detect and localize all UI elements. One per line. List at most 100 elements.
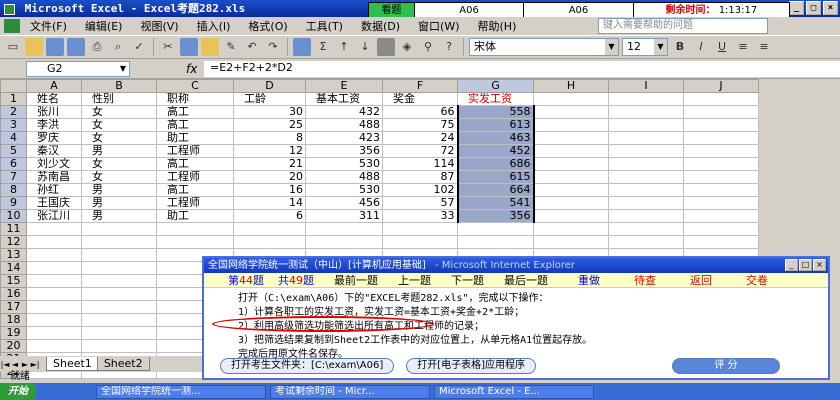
cell[interactable] bbox=[608, 157, 684, 171]
cell[interactable]: 33 bbox=[382, 209, 458, 223]
underline-button[interactable]: U bbox=[713, 38, 731, 56]
column-header-h[interactable]: H bbox=[533, 79, 609, 93]
cell[interactable] bbox=[233, 235, 306, 249]
row-header[interactable]: 15 bbox=[0, 274, 27, 288]
taskbar-item[interactable]: 全国网络学院统一测... bbox=[96, 384, 266, 399]
cell[interactable] bbox=[26, 339, 82, 353]
cell[interactable] bbox=[533, 196, 609, 210]
cell[interactable] bbox=[26, 235, 82, 249]
cell[interactable]: 罗庆 bbox=[26, 131, 82, 145]
cell[interactable] bbox=[608, 183, 684, 197]
menu-help[interactable]: 帮助(H) bbox=[478, 18, 517, 34]
cell[interactable] bbox=[683, 144, 759, 158]
cell[interactable] bbox=[156, 222, 234, 236]
row-header[interactable]: 10 bbox=[0, 209, 27, 223]
prev-question-button[interactable]: 上一题 bbox=[398, 272, 431, 288]
row-header[interactable]: 11 bbox=[0, 222, 27, 236]
cell[interactable] bbox=[533, 157, 609, 171]
cell[interactable] bbox=[533, 183, 609, 197]
cell[interactable]: 姓名 bbox=[26, 92, 82, 106]
cell[interactable] bbox=[533, 131, 609, 145]
cell[interactable]: 实发工资 bbox=[457, 92, 534, 106]
cell[interactable] bbox=[81, 235, 157, 249]
cell[interactable] bbox=[533, 144, 609, 158]
cell[interactable]: 57 bbox=[382, 196, 458, 210]
dialog-maximize-button[interactable]: □ bbox=[799, 259, 812, 271]
maximize-button[interactable]: □ bbox=[806, 1, 821, 15]
help-search-input[interactable]: 键入需要帮助的问题 bbox=[598, 18, 768, 34]
align-left-icon[interactable]: ≡ bbox=[734, 38, 752, 56]
submit-button[interactable]: 交卷 bbox=[746, 272, 768, 288]
cell[interactable] bbox=[26, 300, 82, 314]
row-header[interactable]: 20 bbox=[0, 339, 27, 353]
last-sheet-icon[interactable]: ►| bbox=[30, 360, 40, 369]
cell[interactable]: 613 bbox=[456, 118, 535, 132]
next-question-button[interactable]: 下一题 bbox=[451, 272, 484, 288]
cell[interactable]: 王国庆 bbox=[26, 196, 82, 210]
menu-data[interactable]: 数据(D) bbox=[361, 18, 400, 34]
cell[interactable] bbox=[305, 222, 383, 236]
cell[interactable]: 张江川 bbox=[26, 209, 82, 223]
menu-view[interactable]: 视图(V) bbox=[140, 18, 178, 34]
cell[interactable] bbox=[81, 339, 157, 353]
start-button[interactable]: 开始 bbox=[0, 383, 36, 400]
cell[interactable] bbox=[533, 105, 609, 119]
cell[interactable] bbox=[608, 209, 684, 223]
tab-sheet2[interactable]: Sheet2 bbox=[96, 357, 150, 371]
cell[interactable]: 75 bbox=[382, 118, 458, 132]
prev-sheet-icon[interactable]: ◄ bbox=[10, 360, 20, 369]
paste-icon[interactable] bbox=[201, 38, 219, 56]
cell[interactable]: 基本工资 bbox=[305, 92, 383, 106]
cell[interactable] bbox=[382, 235, 458, 249]
cell[interactable]: 72 bbox=[382, 144, 458, 158]
cell[interactable]: 14 bbox=[233, 196, 306, 210]
cell[interactable] bbox=[533, 92, 609, 106]
sort-descending-icon[interactable]: ↓ bbox=[356, 38, 374, 56]
cell[interactable] bbox=[81, 287, 157, 301]
fx-icon[interactable]: fx bbox=[186, 62, 197, 76]
cell[interactable] bbox=[81, 222, 157, 236]
undo-icon[interactable]: ↶ bbox=[243, 38, 261, 56]
cell[interactable]: 刘少文 bbox=[26, 157, 82, 171]
row-header[interactable]: 8 bbox=[0, 183, 27, 197]
cell[interactable] bbox=[533, 170, 609, 184]
cell[interactable] bbox=[683, 222, 759, 236]
cell[interactable]: 奖金 bbox=[382, 92, 458, 106]
redo-icon[interactable]: ↷ bbox=[264, 38, 282, 56]
cell[interactable] bbox=[608, 131, 684, 145]
menu-edit[interactable]: 编辑(E) bbox=[85, 18, 123, 34]
cell[interactable]: 秦汉 bbox=[26, 144, 82, 158]
cell[interactable]: 女 bbox=[81, 170, 157, 184]
row-header[interactable]: 2 bbox=[0, 105, 27, 119]
align-center-icon[interactable]: ≡ bbox=[755, 38, 773, 56]
cell[interactable] bbox=[233, 222, 306, 236]
cell[interactable]: 356 bbox=[456, 209, 535, 223]
menu-file[interactable]: 文件(F) bbox=[30, 18, 67, 34]
column-header-d[interactable]: D bbox=[233, 79, 306, 93]
save-icon[interactable] bbox=[46, 38, 64, 56]
cell[interactable] bbox=[81, 248, 157, 262]
cell[interactable] bbox=[608, 235, 684, 249]
cell[interactable] bbox=[683, 183, 759, 197]
print-preview-icon[interactable]: ⌕ bbox=[109, 38, 127, 56]
select-all-corner[interactable] bbox=[0, 79, 27, 93]
cell[interactable]: 66 bbox=[382, 105, 458, 119]
workbook-icon[interactable] bbox=[4, 19, 20, 33]
row-header[interactable]: 12 bbox=[0, 235, 27, 249]
cell[interactable] bbox=[26, 274, 82, 288]
zoom-icon[interactable]: ⚲ bbox=[419, 38, 437, 56]
cell[interactable] bbox=[26, 313, 82, 327]
column-header-f[interactable]: F bbox=[382, 79, 458, 93]
cell[interactable]: 工程师 bbox=[156, 170, 234, 184]
column-header-i[interactable]: I bbox=[608, 79, 684, 93]
new-file-icon[interactable]: ▭ bbox=[4, 38, 22, 56]
format-painter-icon[interactable]: ✎ bbox=[222, 38, 240, 56]
cell[interactable]: 102 bbox=[382, 183, 458, 197]
cell[interactable]: 615 bbox=[456, 170, 535, 184]
cell[interactable]: 女 bbox=[81, 157, 157, 171]
row-header[interactable]: 6 bbox=[0, 157, 27, 171]
cell[interactable] bbox=[533, 222, 609, 236]
cell[interactable] bbox=[608, 118, 684, 132]
dialog-close-button[interactable]: × bbox=[813, 259, 826, 271]
cell[interactable] bbox=[608, 105, 684, 119]
